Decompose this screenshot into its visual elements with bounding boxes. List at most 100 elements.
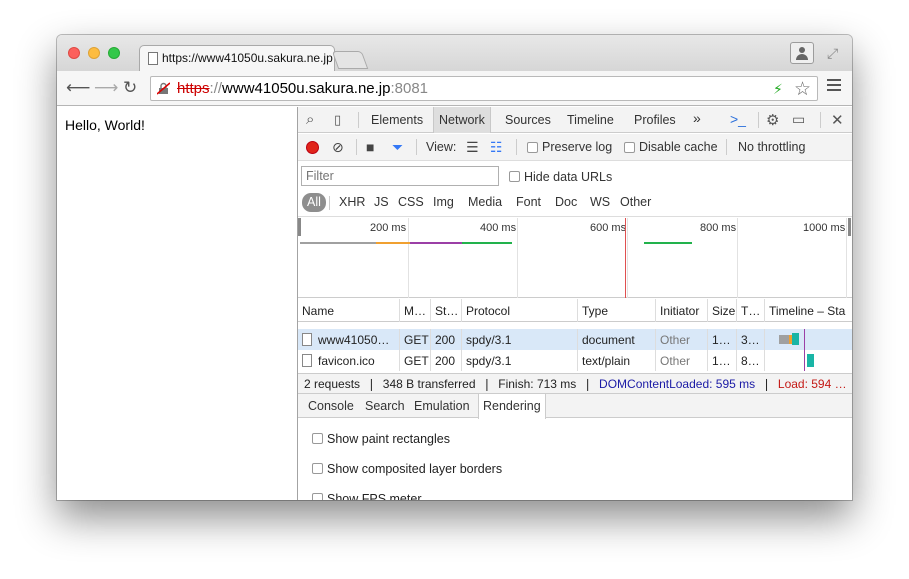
broken-lock-icon [157, 82, 170, 95]
close-window-button[interactable] [68, 47, 80, 59]
tab-sources[interactable]: Sources [505, 107, 551, 133]
drawer-tab-bar: Console Search Emulation Rendering [298, 394, 852, 419]
show-paint-rectangles-option[interactable]: Show paint rectangles [312, 432, 450, 446]
request-time: 3… [737, 329, 765, 350]
show-fps-meter-option[interactable]: Show FPS meter [312, 492, 421, 500]
zoom-window-button[interactable] [108, 47, 120, 59]
page-text: Hello, World! [65, 117, 145, 133]
column-header[interactable]: Initiator [656, 299, 708, 322]
request-method: GET [400, 329, 431, 350]
filter-icon[interactable]: ⏷ [392, 139, 403, 156]
tab-network[interactable]: Network [433, 107, 491, 133]
hide-data-urls-label: Hide data URLs [524, 170, 613, 184]
checkbox[interactable] [312, 463, 323, 474]
request-waterfall [765, 329, 852, 350]
close-devtools-icon[interactable]: ✕ [831, 111, 844, 129]
table-row[interactable]: favicon.ico GET 200 spdy/3.1 text/plain … [298, 350, 852, 371]
filter-other[interactable]: Other [615, 193, 656, 212]
preserve-log-checkbox[interactable] [527, 142, 538, 153]
column-header[interactable]: Type [578, 299, 656, 322]
address-bar[interactable]: https://www41050u.sakura.ne.jp:8081 ⚡ ☆ [150, 76, 818, 101]
filter-font[interactable]: Font [511, 193, 546, 212]
throttling-select[interactable]: No throttling [738, 140, 805, 154]
forward-icon[interactable]: ⟶ [94, 78, 118, 98]
inspect-icon[interactable]: ⌕ [306, 111, 314, 128]
fullscreen-icon[interactable]: ⤢ [827, 45, 838, 62]
clear-icon[interactable]: ⊘ [332, 139, 344, 156]
filter-ws[interactable]: WS [585, 193, 615, 212]
request-size: 1… [708, 350, 737, 371]
spdy-indicator-icon[interactable]: ⚡ [773, 81, 783, 98]
browser-tab[interactable]: https://www41050u.sakura.ne.jp [139, 45, 335, 71]
back-icon[interactable]: ⟵ [66, 78, 90, 98]
large-rows-icon[interactable]: ☰ [466, 139, 479, 156]
view-label: View: [426, 140, 457, 154]
request-size: 1… [708, 329, 737, 350]
overview-bar [462, 242, 512, 244]
filter-css[interactable]: CSS [393, 193, 429, 212]
request-status: 200 [431, 350, 462, 371]
checkbox[interactable] [312, 433, 323, 444]
drawer-tab-console[interactable]: Console [308, 394, 354, 418]
column-header[interactable]: St… [431, 299, 462, 322]
overview-left-handle[interactable] [298, 218, 301, 236]
disable-cache-checkbox[interactable] [624, 142, 635, 153]
checkbox[interactable] [312, 493, 323, 500]
overview-bar [410, 242, 462, 244]
column-header[interactable]: Name [298, 299, 400, 322]
network-overview[interactable]: 200 ms 400 ms 600 ms 800 ms 1000 ms [298, 218, 852, 298]
hide-data-urls-checkbox[interactable] [509, 171, 520, 182]
request-waterfall [765, 350, 852, 371]
overview-bar [644, 242, 692, 244]
show-composited-layer-borders-option[interactable]: Show composited layer borders [312, 462, 502, 476]
table-row[interactable]: www41050… GET 200 spdy/3.1 document Othe… [298, 329, 852, 350]
record-button[interactable] [306, 141, 319, 154]
tab-elements[interactable]: Elements [371, 107, 423, 133]
column-header[interactable]: Protocol [462, 299, 578, 322]
overview-right-handle[interactable] [848, 218, 851, 236]
minimize-window-button[interactable] [88, 47, 100, 59]
new-tab-button[interactable] [331, 51, 369, 69]
filter-all[interactable]: All [302, 193, 326, 212]
drawer-tab-emulation[interactable]: Emulation [414, 394, 470, 418]
overview-tick-label: 400 ms [480, 222, 517, 234]
request-type: document [578, 329, 656, 350]
overview-toggle-icon[interactable]: ☷ [490, 139, 503, 156]
tab-timeline[interactable]: Timeline [567, 107, 614, 133]
request-initiator: Other [656, 350, 708, 371]
title-bar: https://www41050u.sakura.ne.jp ⤢ [57, 35, 852, 71]
overview-tick-label: 1000 ms [803, 222, 846, 234]
filter-media[interactable]: Media [463, 193, 507, 212]
dock-side-icon[interactable]: ▭ [792, 111, 805, 128]
overview-bar [376, 242, 410, 244]
drawer-tab-search[interactable]: Search [365, 394, 405, 418]
request-initiator: Other [656, 329, 708, 350]
settings-gear-icon[interactable]: ⚙ [766, 111, 779, 129]
bookmark-star-icon[interactable]: ☆ [794, 78, 811, 101]
column-header[interactable]: Size [708, 299, 737, 322]
request-status: 200 [431, 329, 462, 350]
device-mode-icon[interactable]: ▯ [334, 112, 341, 128]
file-icon [302, 354, 312, 367]
menu-icon[interactable] [827, 79, 841, 92]
filter-input[interactable] [301, 166, 499, 186]
browser-toolbar: ⟵ ⟶ ↻ https://www41050u.sakura.ne.jp:808… [57, 71, 852, 106]
filter-img[interactable]: Img [428, 193, 459, 212]
browser-window: https://www41050u.sakura.ne.jp ⤢ ⟵ ⟶ ↻ h… [57, 35, 852, 500]
overview-tick-label: 600 ms [590, 222, 627, 234]
console-drawer-icon[interactable]: >_ [730, 111, 746, 127]
filter-doc[interactable]: Doc [550, 193, 582, 212]
column-header[interactable]: T… [737, 299, 765, 322]
filter-js[interactable]: JS [369, 193, 394, 212]
filter-xhr[interactable]: XHR [334, 193, 370, 212]
tab-profiles[interactable]: Profiles [634, 107, 676, 133]
request-name: favicon.ico [298, 350, 400, 371]
capture-screenshots-icon[interactable]: ■ [366, 139, 374, 155]
column-header[interactable]: Timeline – Sta [765, 299, 852, 322]
profile-button[interactable] [790, 42, 814, 64]
column-header[interactable]: M… [400, 299, 431, 322]
disable-cache-label: Disable cache [639, 140, 718, 154]
reload-icon[interactable]: ↻ [123, 78, 137, 98]
drawer-tab-rendering[interactable]: Rendering [478, 394, 546, 419]
more-tabs-button[interactable]: » [693, 107, 701, 133]
